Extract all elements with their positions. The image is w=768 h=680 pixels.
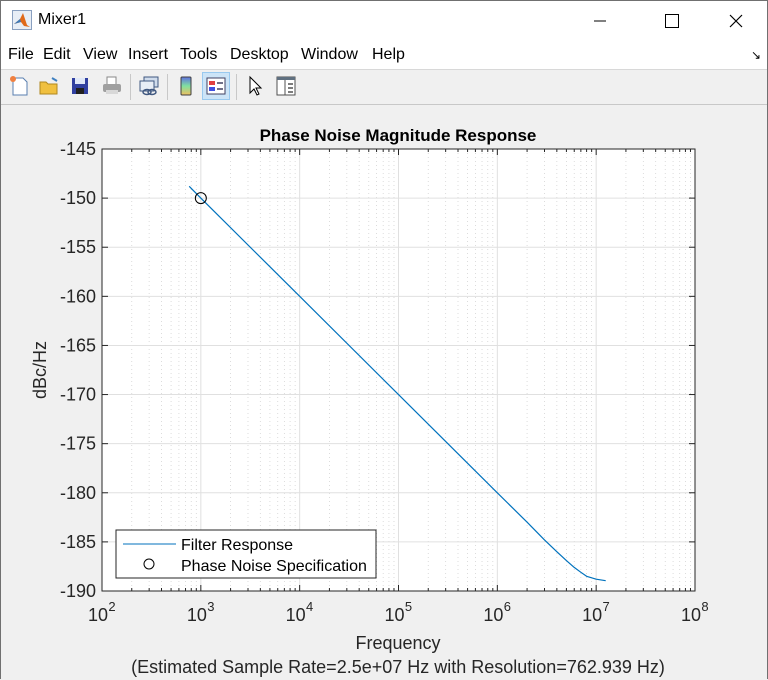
y-tick-label: -170: [60, 385, 96, 405]
menu-view[interactable]: View: [83, 46, 117, 64]
menu-tools[interactable]: Tools: [180, 46, 217, 64]
phase-noise-chart: -145 -150 -155 -160 -165 -170 -175 -180 -185 -190…: [30, 126, 709, 677]
link-plot-icon: [139, 76, 159, 96]
y-tick-label: -160: [60, 286, 96, 306]
window-title: Mixer1: [38, 11, 87, 28]
menu-bar: File Edit View Insert Tools Desktop Wind…: [1, 41, 767, 69]
y-tick-label: -175: [60, 434, 96, 454]
x-tick-labels: 10 2 10 3 10 4 10 5 10 6 10 7 10 8: [88, 599, 709, 625]
x-tick-label: 10: [384, 605, 404, 625]
y-tick-labels: -145 -150 -155 -160 -165 -170 -175 -180 -185 -190: [60, 139, 96, 601]
x-tick-label-exponent: 4: [306, 599, 313, 614]
x-tick-label-exponent: 3: [207, 599, 214, 614]
chart-title: Phase Noise Magnitude Response: [260, 126, 537, 145]
x-tick-label-exponent: 5: [405, 599, 412, 614]
minimize-button[interactable]: [577, 1, 623, 41]
colorbar-button[interactable]: [172, 72, 200, 100]
chart-subtitle: (Estimated Sample Rate=2.5e+07 Hz with R…: [131, 657, 665, 677]
maximize-icon: [665, 14, 679, 28]
toolbar-separator: [236, 74, 237, 100]
x-tick-label-exponent: 8: [701, 599, 708, 614]
open-file-icon: [39, 77, 58, 95]
y-tick-label: -190: [60, 581, 96, 601]
x-axis-label: Frequency: [355, 633, 440, 653]
close-icon: [729, 14, 743, 28]
edit-plot-button[interactable]: [241, 72, 269, 100]
colorbar-icon: [180, 76, 192, 96]
menu-file[interactable]: File: [8, 46, 34, 64]
y-tick-label: -185: [60, 532, 96, 552]
print-icon: [103, 76, 121, 94]
new-figure-button[interactable]: [5, 72, 33, 100]
x-tick-label-exponent: 6: [504, 599, 511, 614]
toolbar-separator: [167, 74, 168, 100]
y-tick-label: -180: [60, 483, 96, 503]
save-icon: [72, 78, 88, 94]
y-tick-label: -150: [60, 188, 96, 208]
figure-window: Mixer1 File Edit View Insert Tools Deskt…: [0, 0, 768, 679]
menu-window[interactable]: Window: [301, 46, 358, 64]
y-tick-label: -155: [60, 237, 96, 257]
property-inspector-icon: [276, 76, 296, 96]
legend[interactable]: Filter Response Phase Noise Specificatio…: [115, 529, 377, 579]
y-tick-label: -165: [60, 335, 96, 355]
legend-entry-filter-response: Filter Response: [181, 537, 293, 554]
toolbar-separator: [130, 74, 131, 100]
save-button[interactable]: [66, 72, 94, 100]
title-bar: Mixer1: [1, 1, 767, 41]
x-tick-label: 10: [88, 605, 108, 625]
menu-help[interactable]: Help: [372, 46, 405, 64]
close-button[interactable]: [713, 1, 759, 41]
minimize-icon: [594, 20, 606, 22]
menu-insert[interactable]: Insert: [128, 46, 168, 64]
matlab-logo-icon: [12, 10, 32, 30]
x-tick-label: 10: [681, 605, 701, 625]
x-tick-label: 10: [286, 605, 306, 625]
legend-button[interactable]: [202, 72, 230, 100]
x-tick-label: 10: [187, 605, 207, 625]
legend-entry-phase-noise-spec: Phase Noise Specification: [181, 558, 367, 575]
print-button[interactable]: [98, 72, 126, 100]
x-tick-label: 10: [483, 605, 503, 625]
x-tick-label: 10: [582, 605, 602, 625]
x-tick-label-exponent: 2: [108, 599, 115, 614]
dock-arrow-icon[interactable]: ↘: [751, 48, 761, 62]
figure-toolbar: [1, 69, 767, 105]
property-inspector-button[interactable]: [272, 72, 300, 100]
y-axis-label: dBc/Hz: [30, 341, 50, 399]
new-figure-icon: [10, 76, 28, 96]
link-plot-button[interactable]: [135, 72, 163, 100]
pointer-icon: [249, 75, 263, 96]
y-tick-label: -145: [60, 139, 96, 159]
maximize-button[interactable]: [649, 1, 695, 41]
open-file-button[interactable]: [35, 72, 63, 100]
legend-icon: [206, 77, 226, 95]
menu-desktop[interactable]: Desktop: [230, 46, 289, 64]
menu-edit[interactable]: Edit: [43, 46, 71, 64]
x-tick-label-exponent: 7: [603, 599, 610, 614]
